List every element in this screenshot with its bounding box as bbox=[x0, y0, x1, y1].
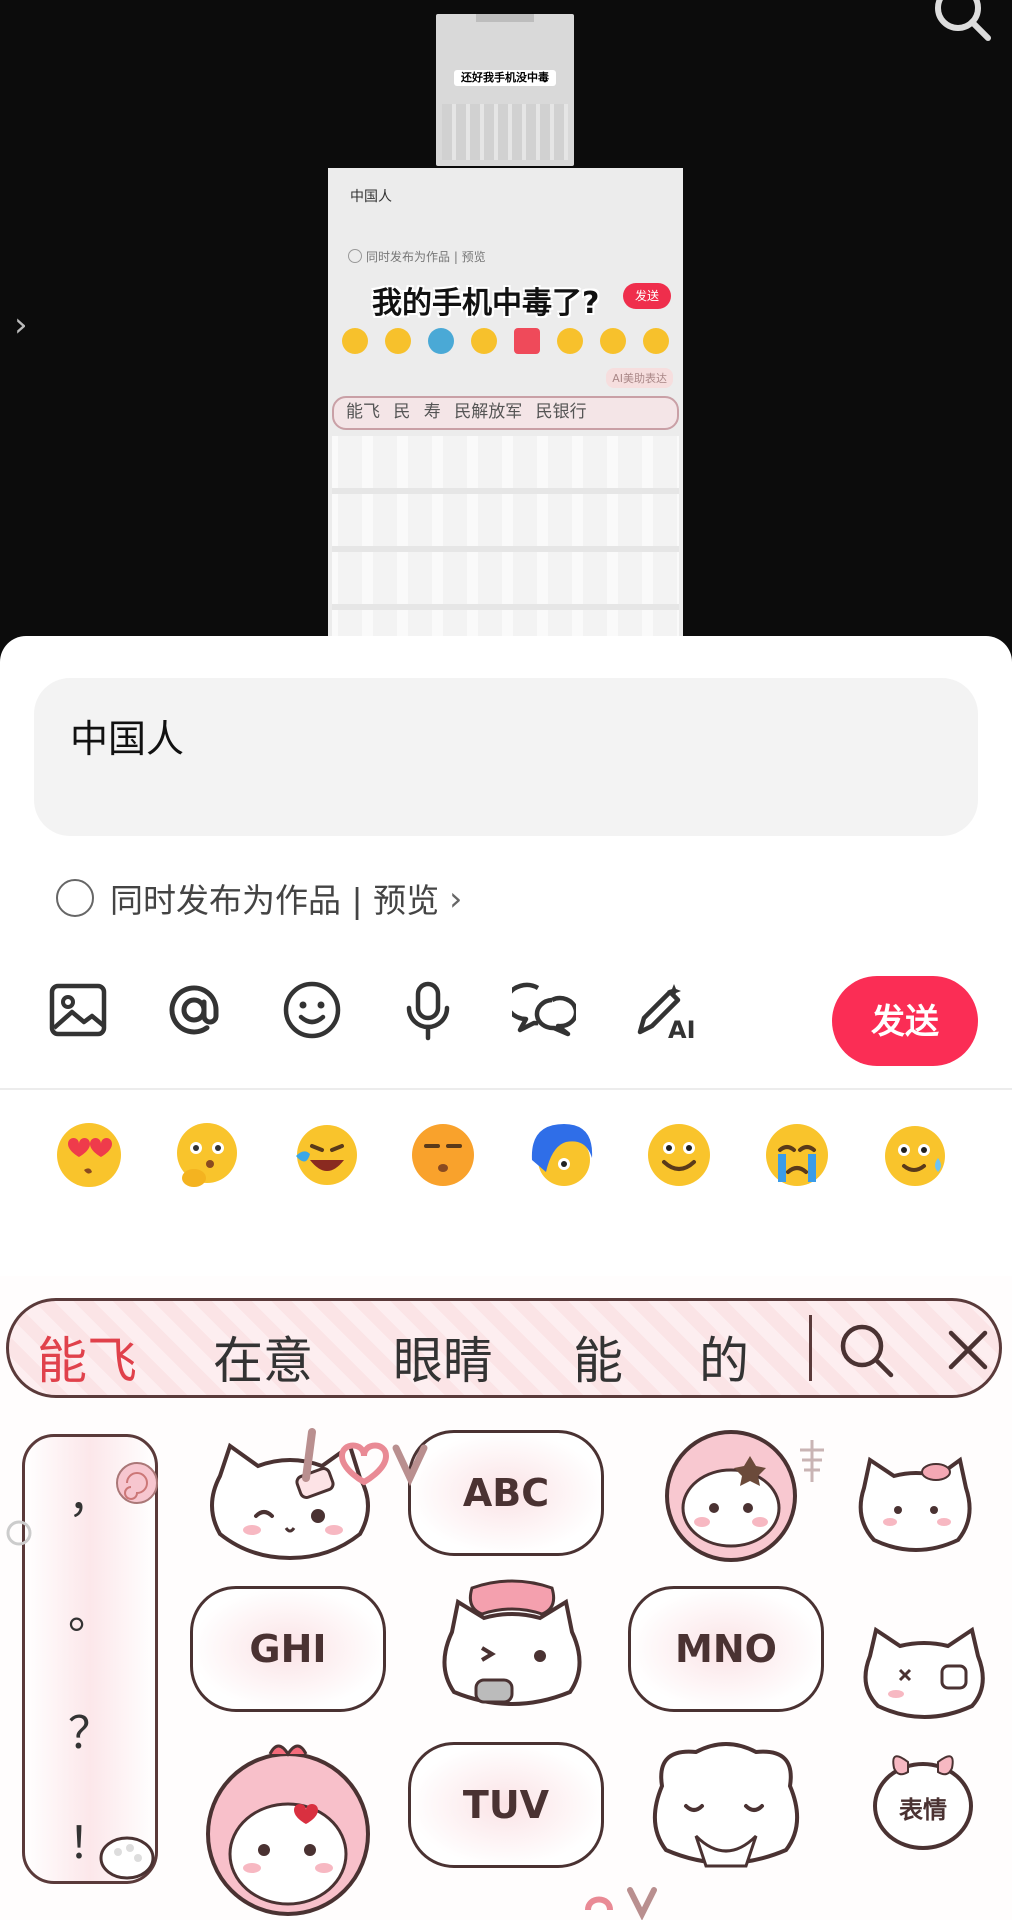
candidate-word[interactable]: 眼睛 bbox=[393, 1321, 493, 1393]
cat-bread-key-icon[interactable] bbox=[422, 1576, 602, 1726]
cat-fish-key-icon[interactable] bbox=[850, 1448, 980, 1578]
love-doodle-icon bbox=[302, 1428, 428, 1487]
key-ghi[interactable]: GHI bbox=[190, 1586, 386, 1712]
at-icon[interactable] bbox=[162, 978, 226, 1042]
search-icon[interactable] bbox=[835, 1319, 897, 1381]
microphone-icon[interactable] bbox=[396, 978, 460, 1042]
candy-deco-icon bbox=[116, 1462, 158, 1504]
keyboard: 能飞 在意 眼睛 能 的 ， 。 ？ ！ ABC GHI MNO TUV 表情 bbox=[0, 1276, 1012, 1920]
frame-publish-text: 同时发布为作品 | 预览 bbox=[348, 248, 486, 265]
ai-write-icon[interactable]: AI bbox=[630, 978, 702, 1042]
chevron-right-icon: › bbox=[449, 878, 463, 918]
candidate-word[interactable]: 在意 bbox=[213, 1321, 313, 1393]
frame-ai-chip: AI美助表达 bbox=[606, 368, 673, 388]
frame-candidate-bar: 能飞 民 寿 民解放军 民银行 bbox=[332, 396, 679, 430]
quick-emoji-row bbox=[0, 1114, 1012, 1204]
svg-text:AI: AI bbox=[668, 1016, 696, 1042]
blue-hair-emoji-icon[interactable] bbox=[526, 1120, 596, 1190]
comment-sheet: 中国人 同时发布为作品 | 预览 › AI 发送 能飞 在意 眼睛 能 的 ， … bbox=[0, 636, 1012, 1920]
emoji-key-label: 表情 bbox=[899, 1796, 947, 1824]
candidate-bar: 能飞 在意 眼睛 能 的 bbox=[6, 1298, 1002, 1398]
frame-keyboard bbox=[332, 436, 679, 638]
video-frame: 中国人 同时发布为作品 | 预览 我的手机中毒了? 发送 AI美助表达 能飞 民… bbox=[328, 168, 683, 638]
sweat-smile-emoji-icon[interactable] bbox=[880, 1120, 950, 1190]
publish-radio[interactable] bbox=[56, 879, 94, 917]
key-tuv[interactable]: TUV bbox=[408, 1742, 604, 1868]
send-button[interactable]: 发送 bbox=[832, 976, 978, 1066]
heart-eyes-emoji-icon[interactable] bbox=[54, 1120, 124, 1190]
key-mno[interactable]: MNO bbox=[628, 1586, 824, 1712]
video-player[interactable]: › 还好我手机没中毒 中国人 同时发布为作品 | 预览 我的手机中毒了? 发送 … bbox=[0, 0, 1012, 650]
thumbnail-caption: 还好我手机没中毒 bbox=[454, 70, 556, 86]
punct-key[interactable]: 。 bbox=[25, 1577, 155, 1641]
image-icon[interactable] bbox=[46, 978, 110, 1042]
frame-emoji-row bbox=[342, 328, 669, 360]
comment-input-text: 中国人 bbox=[70, 717, 185, 761]
laughing-crying-emoji-icon[interactable] bbox=[290, 1120, 360, 1190]
frame-input-text: 中国人 bbox=[350, 189, 392, 205]
divider bbox=[0, 1088, 1012, 1090]
smirk-emoji-icon[interactable] bbox=[408, 1120, 478, 1190]
candidate-divider bbox=[809, 1315, 812, 1381]
punct-key[interactable]: ？ bbox=[25, 1697, 155, 1761]
chevron-right-icon[interactable]: › bbox=[14, 305, 28, 345]
cat-chick-key-icon[interactable] bbox=[198, 1738, 378, 1918]
paw-deco-icon bbox=[99, 1836, 155, 1880]
love-doodle-icon bbox=[585, 1887, 657, 1920]
publish-as-post-option[interactable]: 同时发布为作品 | 预览 › bbox=[56, 876, 462, 920]
candidate-word[interactable]: 能飞 bbox=[37, 1321, 137, 1393]
thinking-emoji-icon[interactable] bbox=[172, 1120, 242, 1190]
cat-dizzy-key-icon[interactable] bbox=[850, 1616, 1000, 1736]
crying-emoji-icon[interactable] bbox=[762, 1120, 832, 1190]
comment-input[interactable]: 中国人 bbox=[34, 678, 978, 836]
emoji-icon[interactable] bbox=[280, 978, 344, 1042]
chat-bubbles-icon[interactable] bbox=[512, 978, 576, 1042]
fish-bone-doodle-icon bbox=[800, 1440, 824, 1482]
emoji-switch-key-icon[interactable]: 表情 bbox=[868, 1746, 978, 1856]
cat-mask-key-icon[interactable] bbox=[636, 1736, 816, 1886]
candidate-word[interactable]: 的 bbox=[699, 1321, 749, 1393]
candidate-word[interactable]: 能 bbox=[573, 1321, 623, 1393]
smiling-emoji-icon[interactable] bbox=[644, 1120, 714, 1190]
publish-label: 同时发布为作品 | 预览 bbox=[110, 881, 440, 920]
frame-send-button: 发送 bbox=[623, 283, 671, 309]
frame-caption: 我的手机中毒了? bbox=[372, 286, 600, 321]
search-icon[interactable] bbox=[928, 0, 998, 52]
swirl-doodle-icon bbox=[6, 1520, 32, 1546]
close-icon[interactable] bbox=[943, 1323, 993, 1377]
video-thumbnail-small: 还好我手机没中毒 bbox=[436, 14, 574, 166]
